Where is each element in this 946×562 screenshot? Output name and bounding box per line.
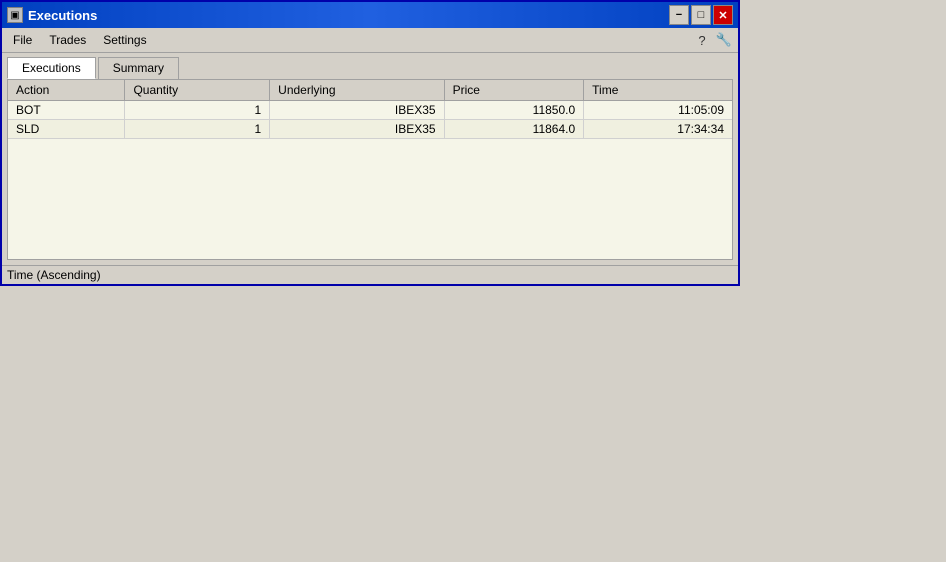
title-bar-left: ▣ Executions bbox=[7, 7, 97, 23]
col-action: Action bbox=[8, 80, 125, 101]
tab-summary[interactable]: Summary bbox=[98, 57, 179, 79]
status-text: Time (Ascending) bbox=[7, 268, 101, 282]
row1-price: 11850.0 bbox=[444, 101, 584, 120]
table-header-row: Action Quantity Underlying Price Time bbox=[8, 80, 732, 101]
table-row: SLD 1 IBEX35 11864.0 17:34:34 bbox=[8, 120, 732, 139]
row1-action: BOT bbox=[8, 101, 125, 120]
row1-time: 11:05:09 bbox=[584, 101, 732, 120]
main-window: ▣ Executions − □ ✕ File Trades Settings … bbox=[0, 0, 740, 286]
row1-quantity: 1 bbox=[125, 101, 270, 120]
tab-executions[interactable]: Executions bbox=[7, 57, 96, 79]
minimize-button[interactable]: − bbox=[669, 5, 689, 25]
executions-table-container: Action Quantity Underlying Price Time BO… bbox=[7, 79, 733, 260]
menu-trades[interactable]: Trades bbox=[43, 31, 92, 49]
help-icon[interactable]: ? bbox=[693, 31, 711, 49]
title-buttons: − □ ✕ bbox=[669, 5, 733, 25]
executions-table: Action Quantity Underlying Price Time BO… bbox=[8, 80, 732, 259]
col-underlying: Underlying bbox=[270, 80, 444, 101]
maximize-button[interactable]: □ bbox=[691, 5, 711, 25]
table-row: BOT 1 IBEX35 11850.0 11:05:09 bbox=[8, 101, 732, 120]
row2-underlying: IBEX35 bbox=[270, 120, 444, 139]
row2-quantity: 1 bbox=[125, 120, 270, 139]
status-bar: Time (Ascending) bbox=[2, 265, 738, 284]
close-button[interactable]: ✕ bbox=[713, 5, 733, 25]
menu-items: File Trades Settings bbox=[7, 31, 153, 49]
empty-row bbox=[8, 139, 732, 259]
tabs-bar: Executions Summary bbox=[2, 53, 738, 79]
window-title: Executions bbox=[28, 8, 97, 23]
menu-settings[interactable]: Settings bbox=[97, 31, 152, 49]
row2-time: 17:34:34 bbox=[584, 120, 732, 139]
row2-action: SLD bbox=[8, 120, 125, 139]
menu-file[interactable]: File bbox=[7, 31, 38, 49]
col-quantity: Quantity bbox=[125, 80, 270, 101]
row1-underlying: IBEX35 bbox=[270, 101, 444, 120]
tool-icon[interactable]: 🔧 bbox=[715, 31, 733, 49]
menu-right-icons: ? 🔧 bbox=[693, 31, 733, 49]
col-price: Price bbox=[444, 80, 584, 101]
content-area: Action Quantity Underlying Price Time BO… bbox=[2, 79, 738, 265]
title-bar: ▣ Executions − □ ✕ bbox=[2, 2, 738, 28]
col-time: Time bbox=[584, 80, 732, 101]
window-icon: ▣ bbox=[7, 7, 23, 23]
menu-bar: File Trades Settings ? 🔧 bbox=[2, 28, 738, 53]
row2-price: 11864.0 bbox=[444, 120, 584, 139]
